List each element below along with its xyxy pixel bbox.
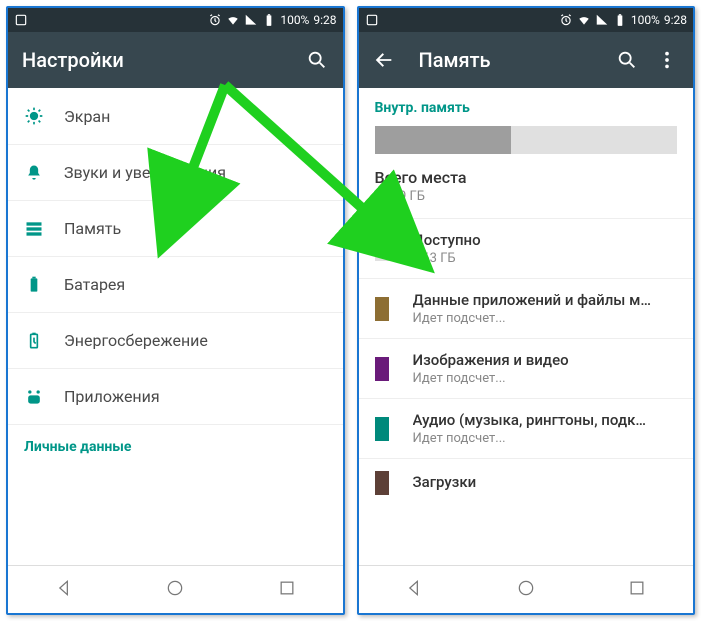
phone-settings: 100% 9:28 Настройки Экран Звуки и уведом…: [6, 6, 345, 615]
internal-storage-header: Внутр. память: [375, 100, 678, 116]
storage-row-downloads[interactable]: Загрузки: [359, 458, 694, 507]
back-icon[interactable]: [373, 49, 395, 71]
apps-icon: [24, 387, 64, 407]
battery-pct: 100%: [631, 13, 660, 27]
signal-icon: [244, 13, 258, 27]
clock-time: 9:28: [664, 13, 687, 27]
battery-icon: [613, 13, 627, 27]
row-title: Изображения и видео: [413, 351, 569, 369]
battery-icon: [262, 13, 276, 27]
row-sub: 6,63 ГБ: [413, 251, 481, 266]
settings-item-label: Экран: [64, 107, 110, 126]
row-sub: Идет подсчет...: [413, 311, 653, 326]
search-icon[interactable]: [615, 48, 639, 72]
storage-total: Всего места 11,99 ГБ: [375, 168, 678, 204]
nav-home-icon[interactable]: [165, 578, 185, 602]
storage-bar-used: [375, 126, 511, 154]
alarm-icon: [559, 13, 573, 27]
bell-icon: [24, 163, 64, 183]
nav-bar: [8, 565, 343, 613]
color-swatch: [375, 417, 389, 441]
phone-storage: 100% 9:28 Память Внутр. память: [357, 6, 696, 615]
row-title: Загрузки: [413, 473, 477, 491]
color-swatch: [375, 357, 389, 381]
wifi-icon: [577, 13, 591, 27]
storage-row-available[interactable]: Доступно 6,63 ГБ: [359, 218, 694, 278]
settings-item-label: Память: [64, 219, 121, 238]
status-bar: 100% 9:28: [359, 8, 694, 32]
row-title: Данные приложений и файлы мул.: [413, 291, 653, 309]
settings-item-apps[interactable]: Приложения: [8, 368, 343, 424]
battery-icon: [24, 275, 64, 295]
settings-item-sound[interactable]: Звуки и уведомления: [8, 144, 343, 200]
color-swatch: [375, 237, 389, 261]
settings-item-label: Энергосбережение: [64, 331, 208, 350]
storage-row-apps[interactable]: Данные приложений и файлы мул. Идет подс…: [359, 278, 694, 338]
page-title: Настройки: [22, 48, 124, 72]
storage-bar: [375, 126, 678, 154]
row-sub: Идет подсчет...: [413, 371, 569, 386]
settings-item-label: Звуки и уведомления: [64, 163, 226, 182]
settings-item-display[interactable]: Экран: [8, 88, 343, 144]
clock-time: 9:28: [313, 13, 336, 27]
row-title: Аудио (музыка, рингтоны, подкаст.: [413, 411, 653, 429]
settings-list: Экран Звуки и уведомления Память Батарея…: [8, 88, 343, 565]
signal-icon: [595, 13, 609, 27]
row-title: Доступно: [413, 231, 481, 249]
page-title: Память: [419, 48, 491, 72]
alarm-icon: [208, 13, 222, 27]
settings-item-label: Приложения: [64, 387, 160, 406]
total-label: Всего места: [375, 168, 678, 187]
nav-bar: [359, 565, 694, 613]
wifi-icon: [226, 13, 240, 27]
overflow-icon[interactable]: [655, 48, 679, 72]
screenshot-icon: [365, 13, 379, 27]
color-swatch: [375, 297, 389, 321]
screenshot-icon: [14, 13, 28, 27]
nav-recents-icon[interactable]: [277, 578, 297, 602]
storage-row-images[interactable]: Изображения и видео Идет подсчет...: [359, 338, 694, 398]
settings-item-battery[interactable]: Батарея: [8, 256, 343, 312]
storage-icon: [24, 219, 64, 239]
nav-recents-icon[interactable]: [627, 578, 647, 602]
settings-item-label: Батарея: [64, 275, 125, 294]
color-swatch: [375, 471, 389, 495]
battery-pct: 100%: [280, 13, 309, 27]
display-icon: [24, 106, 64, 126]
storage-content: Внутр. память Всего места 11,99 ГБ Досту…: [359, 88, 694, 565]
nav-back-icon[interactable]: [54, 578, 74, 602]
search-icon[interactable]: [305, 48, 329, 72]
app-bar: Настройки: [8, 32, 343, 88]
settings-item-storage[interactable]: Память: [8, 200, 343, 256]
settings-item-power[interactable]: Энергосбережение: [8, 312, 343, 368]
section-header-personal: Личные данные: [8, 424, 343, 463]
nav-home-icon[interactable]: [516, 578, 536, 602]
app-bar: Память: [359, 32, 694, 88]
nav-back-icon[interactable]: [404, 578, 424, 602]
storage-row-audio[interactable]: Аудио (музыка, рингтоны, подкаст. Идет п…: [359, 398, 694, 458]
row-sub: Идет подсчет...: [413, 431, 653, 446]
status-bar: 100% 9:28: [8, 8, 343, 32]
total-value: 11,99 ГБ: [375, 189, 678, 204]
power-icon: [24, 331, 64, 351]
